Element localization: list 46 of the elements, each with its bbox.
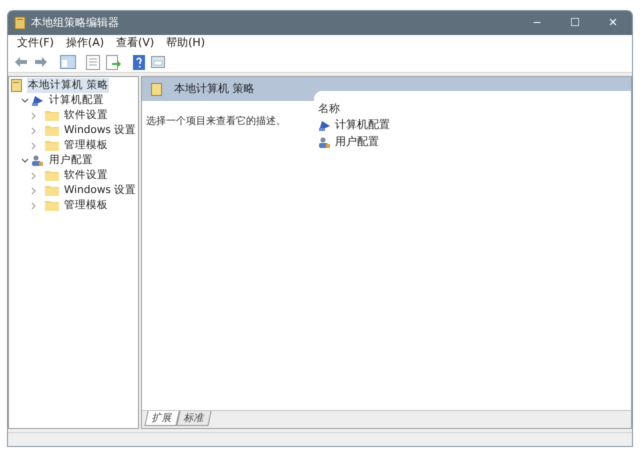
window-title: 本地组策略编辑器 — [31, 14, 119, 31]
view-icon[interactable] — [151, 56, 165, 68]
view-tab[interactable]: 扩展 — [144, 411, 180, 426]
menu-item[interactable]: 帮助(H) — [166, 35, 205, 52]
view-tab[interactable]: 标准 — [176, 411, 212, 426]
folder-icon — [45, 170, 59, 181]
collapse-icon[interactable] — [21, 98, 31, 104]
computer-icon — [31, 94, 44, 106]
export-icon[interactable] — [106, 54, 121, 70]
console-tree-icon[interactable] — [60, 55, 76, 69]
list-item[interactable]: 计算机配置 — [335, 117, 390, 134]
back-icon[interactable] — [14, 56, 28, 68]
tree-item[interactable]: 计算机配置 — [48, 92, 105, 108]
description-text: 选择一个项目来查看它的描述。 — [146, 116, 286, 127]
tree-item[interactable]: 管理模板 — [63, 138, 109, 154]
tree-item[interactable]: Windows 设置 — [63, 122, 138, 138]
folder-icon — [45, 110, 59, 121]
menu-item[interactable]: 操作(A) — [66, 35, 104, 52]
tree-item[interactable]: Windows 设置 — [63, 182, 138, 198]
folder-icon — [45, 140, 59, 151]
computer-icon — [318, 120, 331, 132]
tree-item[interactable]: 管理模板 — [63, 198, 109, 214]
policy-icon — [151, 82, 162, 96]
user-icon — [318, 136, 331, 148]
collapse-icon[interactable] — [21, 158, 31, 164]
minimize-button[interactable]: − — [518, 11, 556, 35]
close-button[interactable]: ✕ — [594, 11, 632, 35]
forward-icon[interactable] — [34, 56, 48, 68]
app-icon — [14, 16, 26, 30]
tree-item[interactable]: 本地计算机 策略 — [27, 78, 110, 94]
menu-item[interactable]: 文件(F) — [17, 35, 54, 52]
folder-icon — [45, 125, 59, 136]
tree-item[interactable]: 软件设置 — [63, 168, 109, 184]
folder-icon — [45, 200, 59, 211]
list-item[interactable]: 用户配置 — [335, 134, 379, 151]
folder-icon — [45, 185, 59, 196]
tree-item[interactable]: 软件设置 — [63, 108, 109, 124]
policy-icon — [11, 79, 23, 92]
menu-item[interactable]: 查看(V) — [116, 35, 154, 52]
user-icon — [31, 154, 44, 166]
tree-item[interactable]: 用户配置 — [48, 152, 94, 168]
properties-icon[interactable] — [86, 54, 100, 70]
maximize-button[interactable]: ☐ — [556, 11, 594, 35]
help-icon[interactable] — [133, 54, 145, 70]
column-header: 名称 — [318, 101, 340, 117]
header-title: 本地计算机 策略 — [174, 80, 254, 97]
